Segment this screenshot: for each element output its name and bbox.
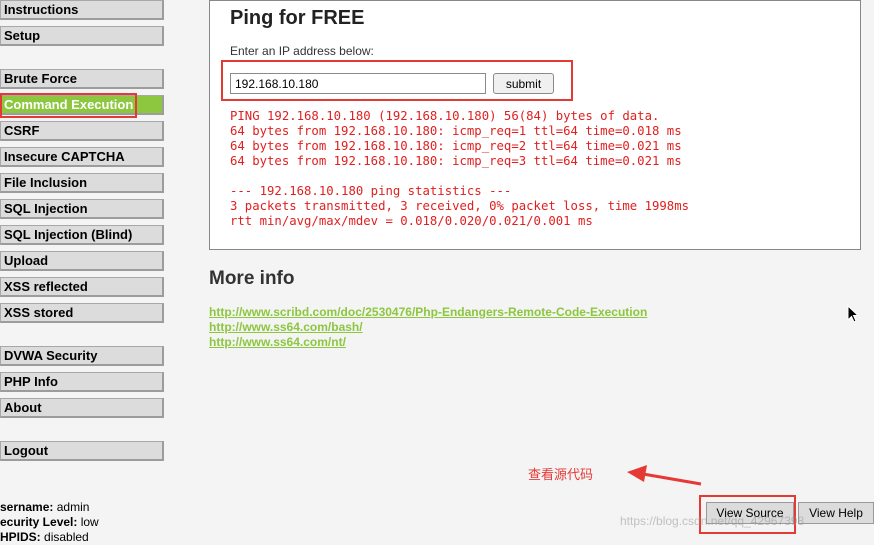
sidebar-item-logout[interactable]: Logout [0,441,164,461]
view-source-button[interactable]: View Source [706,502,794,524]
output-line: 3 packets transmitted, 3 received, 0% pa… [230,199,690,213]
sidebar-item-xss-reflected[interactable]: XSS reflected [0,277,164,297]
output-line: PING 192.168.10.180 (192.168.10.180) 56(… [230,109,660,123]
sidebar-item-brute-force[interactable]: Brute Force [0,69,164,89]
ping-panel: Ping for FREE Enter an IP address below:… [209,0,861,250]
mouse-cursor-icon [847,305,859,323]
sidebar-item-csrf[interactable]: CSRF [0,121,164,141]
sidebar-item-sql-injection-blind[interactable]: SQL Injection (Blind) [0,225,164,245]
sidebar-item-dvwa-security[interactable]: DVWA Security [0,346,164,366]
arrow-left-icon [627,465,702,486]
output-line: --- 192.168.10.180 ping statistics --- [230,184,512,198]
info-link-ss64-nt[interactable]: http://www.ss64.com/nt/ [209,335,346,349]
page-title: Ping for FREE [230,7,365,29]
username-line: sername: admin [0,500,90,514]
sidebar-item-instructions[interactable]: Instructions [0,0,164,20]
sidebar-item-setup[interactable]: Setup [0,26,164,46]
annotation-label: 查看源代码 [528,467,594,482]
info-link-scribd[interactable]: http://www.scribd.com/doc/2530476/Php-En… [209,305,647,319]
sidebar-item-sql-injection[interactable]: SQL Injection [0,199,164,219]
more-info-heading: More info [209,268,295,289]
ping-output: PING 192.168.10.180 (192.168.10.180) 56(… [230,109,689,229]
submit-button[interactable]: submit [493,73,554,94]
output-line: 64 bytes from 192.168.10.180: icmp_req=2… [230,139,682,153]
sidebar-item-file-inclusion[interactable]: File Inclusion [0,173,164,193]
ip-address-label: Enter an IP address below: [230,44,374,58]
output-line: rtt min/avg/max/mdev = 0.018/0.020/0.021… [230,214,593,228]
ip-address-input[interactable] [230,73,486,94]
sidebar-item-command-execution[interactable]: Command Execution [0,95,164,115]
user-status: sername: admin ecurity Level: low HPIDS:… [0,500,99,545]
output-line: 64 bytes from 192.168.10.180: icmp_req=3… [230,154,682,168]
sidebar-item-insecure-captcha[interactable]: Insecure CAPTCHA [0,147,164,167]
sidebar-item-upload[interactable]: Upload [0,251,164,271]
sidebar-item-php-info[interactable]: PHP Info [0,372,164,392]
security-level-line: ecurity Level: low [0,515,99,529]
sidebar-item-about[interactable]: About [0,398,164,418]
phpids-line: HPIDS: disabled [0,530,89,544]
info-link-ss64-bash[interactable]: http://www.ss64.com/bash/ [209,320,363,334]
view-help-button[interactable]: View Help [798,502,874,524]
sidebar-item-xss-stored[interactable]: XSS stored [0,303,164,323]
output-line: 64 bytes from 192.168.10.180: icmp_req=1… [230,124,682,138]
